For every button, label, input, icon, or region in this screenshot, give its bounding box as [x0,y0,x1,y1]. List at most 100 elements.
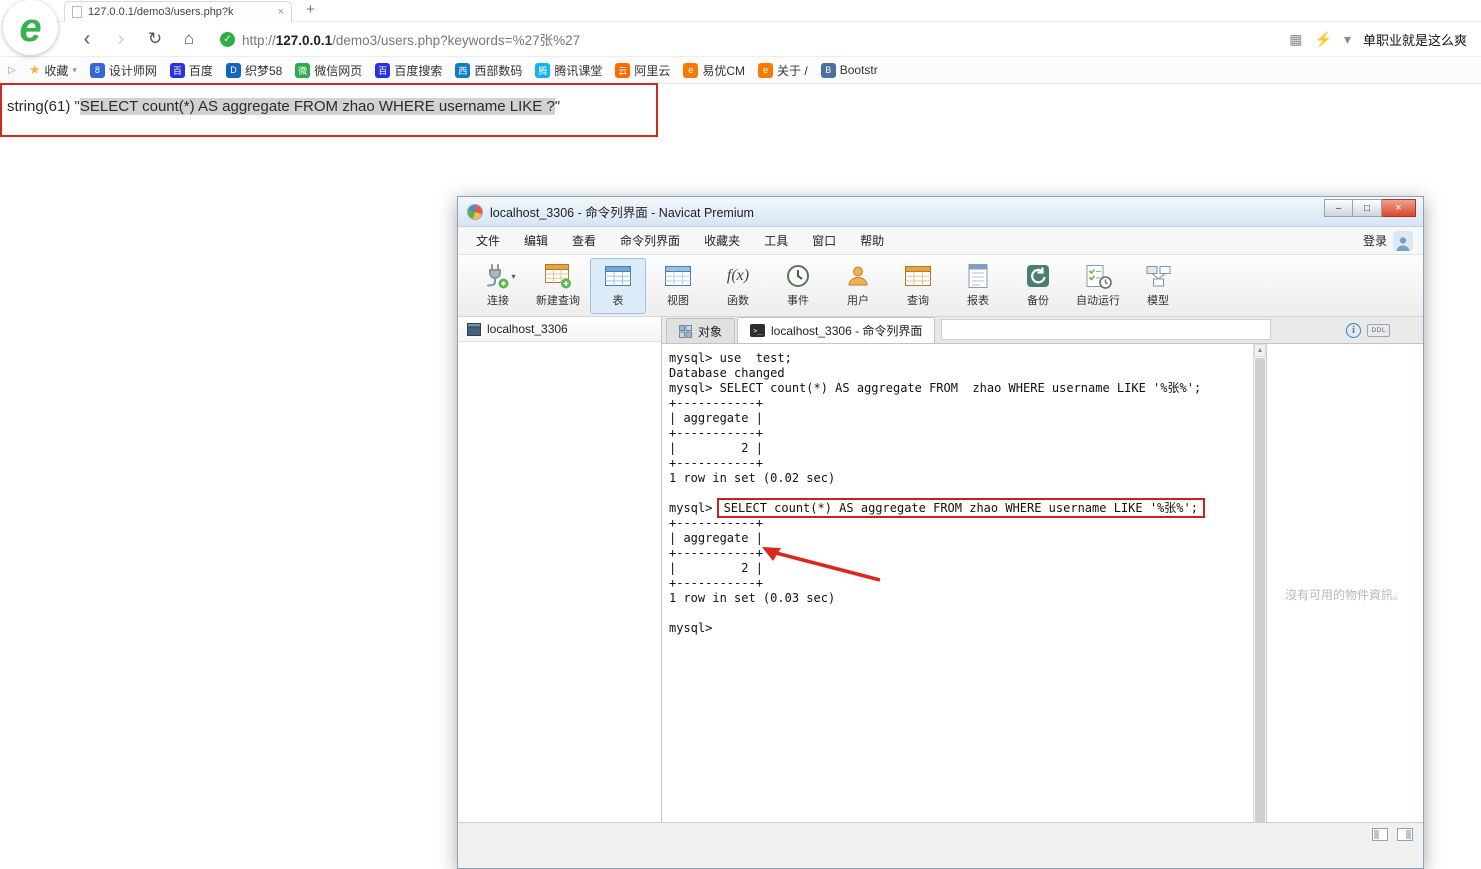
toolbar-table-button[interactable]: 表 [590,258,646,314]
bookmark-item[interactable]: 百百度 [169,62,213,79]
tab-command-interface[interactable]: >_ localhost_3306 - 命令列界面 [737,317,936,343]
bookmark-list: 8 设计师网百百度 D 织梦58 微微信网页百百度搜索西西部数码腾腾讯课堂云阿里云 e 易优… [89,62,878,79]
bookmark-favicon: 微 [295,62,311,78]
toolbar-user-button[interactable]: 用户 [830,258,886,314]
favorites-button[interactable]: ★ 收藏 ▾ [29,62,77,79]
menu-item[interactable]: 帮助 [848,227,896,254]
home-icon[interactable]: ⌂ [172,29,206,49]
object-info-panel: 沒有可用的物件資訊。 [1266,344,1423,845]
bookmark-favicon: 腾 [535,62,551,78]
menu-item[interactable]: 窗口 [800,227,848,254]
ddl-button[interactable]: DDL [1367,324,1390,337]
bookmark-item[interactable]: 百百度搜索 [375,62,442,79]
menu-item[interactable]: 工具 [752,227,800,254]
tab-close-icon[interactable]: × [278,6,284,18]
scrollbar-thumb[interactable] [1255,358,1265,830]
layout-toggle-right-icon[interactable] [1397,827,1413,841]
browser-logo[interactable]: e [3,0,58,55]
menu-item[interactable]: 文件 [464,227,512,254]
toolbar-backup-button[interactable]: 备份 [1010,258,1066,314]
new-tab-button[interactable]: + [306,1,315,18]
bookmark-favicon: 8 [89,62,105,78]
apps-grid-icon[interactable]: ▦ [1289,31,1302,48]
terminal-prompt: mysql> [669,501,720,515]
model-icon [1143,262,1173,290]
annotation-red-box-page: string(61) "SELECT count(*) AS aggregate… [0,83,658,137]
maximize-button[interactable]: □ [1353,199,1382,217]
terminal-line: mysql> SELECT count(*) AS aggregate FROM… [669,498,1253,518]
toolbar-table-new-button[interactable]: 新建查询 [530,258,586,314]
url-field[interactable]: ✓ http://127.0.0.1/demo3/users.php?keywo… [220,29,1289,49]
toolbar-automation-button[interactable]: 自动运行 [1070,258,1126,314]
toolbar-label: 视图 [667,295,689,307]
toolbar-fx-button[interactable]: f(x) 函数 [710,258,766,314]
scroll-up-icon[interactable]: ▲ [1254,344,1266,357]
menu-item[interactable]: 查看 [560,227,608,254]
clock-icon [783,262,813,290]
close-button[interactable]: × [1382,199,1416,217]
user-avatar [1393,230,1413,251]
refresh-icon[interactable]: ↻ [138,29,172,49]
bookmark-item[interactable]: 8 设计师网 [89,62,157,79]
window-title-bar[interactable]: localhost_3306 - 命令列界面 - Navicat Premium… [458,197,1423,227]
object-info-empty-text: 沒有可用的物件資訊。 [1284,588,1405,602]
toolbar-model-button[interactable]: 模型 [1130,258,1186,314]
toolbar-report-button[interactable]: 报表 [950,258,1006,314]
table-new-icon [543,262,573,290]
empty-tab-area [941,318,1272,340]
layout-toggle-left-icon[interactable] [1372,827,1388,841]
tab-objects[interactable]: 对象 [666,318,736,343]
browser-tab[interactable]: 127.0.0.1/demo3/users.php?k × [64,1,292,22]
forward-icon[interactable]: › [104,28,138,51]
toolbar-label: 新建查询 [536,295,580,307]
connection-name: localhost_3306 [487,322,568,336]
terminal-line: +-----------+ [669,396,763,410]
query-icon [903,262,933,290]
bookmark-item[interactable]: 云阿里云 [615,62,670,79]
navicat-logo-icon [467,203,483,220]
sidebar-connection-item[interactable]: localhost_3306 [458,317,661,342]
toolbar-plug-button[interactable]: ▾ 连接 [470,258,526,314]
speed-lightning-icon[interactable]: ⚡ [1315,31,1332,48]
toolbar-view-button[interactable]: 视图 [650,258,706,314]
grid-icon [679,324,692,338]
tab-title: 127.0.0.1/demo3/users.php?k [88,6,234,18]
connections-sidebar[interactable]: localhost_3306 [458,317,662,845]
bookmark-item[interactable]: D 织梦58 [225,62,282,79]
bookmark-item[interactable]: e 关于 / [758,62,808,79]
bookmark-label: 易优CM [702,63,746,78]
bookmark-label: 微信网页 [314,63,363,78]
bookmarks-toggle-icon[interactable]: ▷ [8,65,16,76]
menu-item[interactable]: 命令列界面 [608,227,692,254]
bookmark-item[interactable]: B Bootstr [820,62,878,78]
back-icon[interactable]: ‹ [70,28,104,51]
security-shield-icon: ✓ [220,31,235,47]
bookmarks-bar: ▷ ★ 收藏 ▾ 8 设计师网百百度 D 织梦58 微微信网页百百度搜索西西部数码腾腾讯… [0,57,1481,84]
terminal[interactable]: mysql> use test; Database changed mysql> S… [662,344,1253,845]
bookmark-item[interactable]: e 易优CM [683,62,745,79]
chevron-down-icon[interactable]: ▾ [1344,31,1351,48]
promo-link[interactable]: 单职业就是这么爽 [1363,30,1467,49]
bookmark-favicon: 百 [169,62,185,78]
bookmark-item[interactable]: 西西部数码 [455,62,522,79]
bookmark-favicon: e [683,62,699,78]
bookmark-favicon: 云 [615,62,631,78]
address-bar: ‹ › ↻ ⌂ ✓ http://127.0.0.1/demo3/users.p… [0,22,1481,57]
info-icon[interactable]: i [1346,323,1361,338]
terminal-line: | 2 | [669,441,763,455]
terminal-line: +-----------+ [669,426,763,440]
url-text: http://127.0.0.1/demo3/users.php?keyword… [242,33,581,48]
minimize-button[interactable]: – [1324,199,1353,217]
terminal-scrollbar[interactable]: ▲ ▼ [1253,344,1266,845]
star-icon: ★ [28,62,41,77]
menu-item[interactable]: 收藏夹 [692,227,752,254]
menu-item[interactable]: 编辑 [512,227,560,254]
bookmark-item[interactable]: 微微信网页 [295,62,362,79]
terminal-line: +-----------+ [669,576,763,590]
toolbar-query-button[interactable]: 查询 [890,258,946,314]
backup-icon [1023,262,1053,290]
bookmark-item[interactable]: 腾腾讯课堂 [535,62,602,79]
bookmark-favicon: D [225,62,241,78]
login-button[interactable]: 登录 [1363,230,1417,251]
toolbar-clock-button[interactable]: 事件 [770,258,826,314]
